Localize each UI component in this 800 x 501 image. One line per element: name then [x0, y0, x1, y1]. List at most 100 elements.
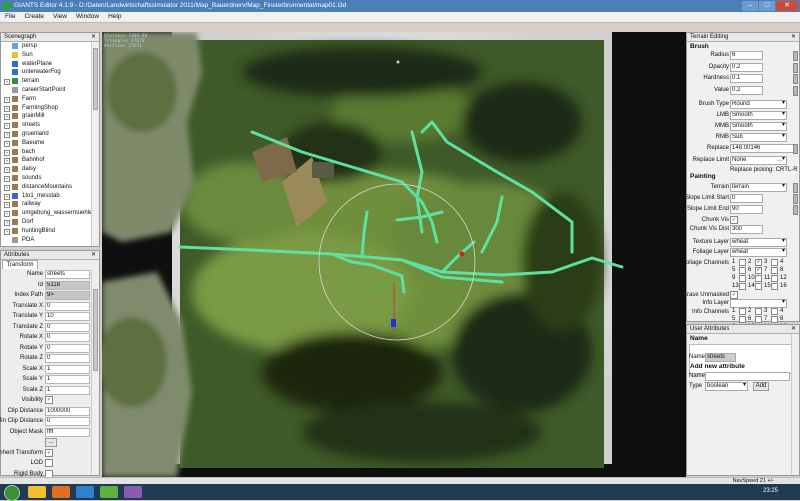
channel-checkbox[interactable]: [739, 283, 746, 290]
channel-checkbox[interactable]: [771, 283, 778, 290]
expand-icon[interactable]: +: [4, 211, 10, 218]
radius-input[interactable]: 6: [730, 51, 763, 60]
menu-create[interactable]: Create: [19, 12, 48, 22]
scenegraph-tree[interactable]: persp Sun waterPlane unterwaterFog + terrain c…: [1, 42, 93, 246]
close-button[interactable]: ✕: [776, 1, 798, 11]
tree-item[interactable]: + Baeume: [1, 139, 93, 148]
tree-item[interactable]: + gruenland: [1, 130, 93, 139]
expand-icon[interactable]: +: [4, 202, 10, 209]
channel-checkbox[interactable]: [739, 316, 746, 323]
attribute-checkbox[interactable]: [45, 459, 53, 467]
explorer-taskbar-icon[interactable]: [28, 486, 46, 498]
value-slider[interactable]: [793, 85, 798, 96]
attribute-input[interactable]: 0: [45, 333, 90, 342]
channel-checkbox[interactable]: [755, 316, 762, 323]
chunk-vis-checkbox[interactable]: ✓: [730, 216, 738, 224]
start-button[interactable]: [4, 485, 20, 501]
opacity-slider[interactable]: [793, 62, 798, 73]
3d-viewport[interactable]: Distance 1880.00 Triangles 47070 Vertice…: [102, 32, 686, 477]
panel-close-icon[interactable]: ✕: [91, 33, 96, 41]
brush-type-select[interactable]: Round: [730, 100, 787, 109]
minimize-button[interactable]: –: [742, 1, 758, 11]
tree-item[interactable]: + daisy: [1, 165, 93, 174]
channel-checkbox[interactable]: [771, 267, 778, 274]
opacity-input[interactable]: 0.2: [730, 62, 763, 72]
expand-icon[interactable]: +: [4, 193, 10, 200]
panel-close-icon[interactable]: ✕: [791, 325, 796, 333]
attribute-input[interactable]: 0: [45, 354, 90, 363]
attribute-input[interactable]: 0: [45, 343, 90, 353]
expand-icon[interactable]: +: [4, 158, 10, 165]
tree-item[interactable]: + railway: [1, 200, 93, 209]
menu-view[interactable]: View: [48, 12, 71, 22]
add-attribute-button[interactable]: Add: [753, 382, 769, 391]
attribute-input[interactable]: 0: [45, 322, 90, 332]
slope-limit-start-input[interactable]: 0: [730, 194, 763, 203]
attribute-input[interactable]: 1: [45, 364, 90, 374]
terrain-slider[interactable]: [793, 183, 798, 193]
menu-file[interactable]: File: [0, 12, 19, 22]
tree-item[interactable]: + distanceMountains: [1, 183, 93, 192]
tree-item[interactable]: + grainMill: [1, 112, 93, 121]
tree-item[interactable]: PDA: [1, 236, 93, 245]
expand-icon[interactable]: +: [4, 149, 10, 156]
expand-icon[interactable]: +: [4, 114, 10, 121]
channel-checkbox[interactable]: [771, 308, 778, 315]
scrollbar-thumb[interactable]: [93, 289, 98, 371]
scrollbar-thumb[interactable]: [93, 48, 98, 110]
slope-limit-end-slider[interactable]: [793, 205, 798, 215]
expand-icon[interactable]: +: [4, 131, 10, 138]
media-taskbar-icon[interactable]: [76, 486, 94, 498]
slope-limit-start-slider[interactable]: [793, 194, 798, 204]
menu-help[interactable]: Help: [103, 12, 125, 22]
tree-item[interactable]: + Bahnhof: [1, 156, 93, 165]
attribute-input[interactable]: 1: [45, 375, 90, 384]
tree-item[interactable]: + streets: [1, 121, 93, 130]
expand-icon[interactable]: +: [4, 228, 10, 235]
mmb-select[interactable]: Smooth: [730, 122, 787, 131]
chunk-vis-dist-input[interactable]: 300: [730, 225, 763, 234]
info-layer-select[interactable]: [730, 299, 787, 308]
expand-icon[interactable]: +: [4, 140, 10, 147]
replace-limit-more-button[interactable]: …: [777, 157, 783, 163]
lmb-select[interactable]: Smooth: [730, 111, 787, 120]
attributes-scrollbar[interactable]: [91, 269, 99, 475]
channel-checkbox[interactable]: [739, 267, 746, 274]
scenegraph-scrollbar[interactable]: [91, 42, 99, 246]
app-taskbar-icon[interactable]: [124, 486, 142, 498]
new-attribute-name-input[interactable]: [705, 372, 790, 381]
replace-slider[interactable]: [793, 144, 798, 154]
replace-input[interactable]: 148.00146: [730, 144, 795, 153]
channel-checkbox[interactable]: ✓: [755, 267, 762, 274]
channel-checkbox[interactable]: [755, 283, 762, 290]
expand-icon[interactable]: +: [4, 96, 10, 103]
radius-slider[interactable]: [793, 51, 798, 61]
terrain-select[interactable]: terrain: [730, 183, 787, 192]
object-mask-button[interactable]: ...: [45, 438, 57, 447]
tree-item[interactable]: unterwaterFog: [1, 68, 93, 77]
tree-item[interactable]: +1to1_messtab: [1, 192, 93, 201]
menu-window[interactable]: Window: [71, 12, 103, 22]
attribute-checkbox[interactable]: ✓: [45, 448, 53, 457]
value-input[interactable]: 0.2: [730, 85, 763, 95]
tree-item[interactable]: + umgebung_wassermuehle: [1, 209, 93, 218]
expand-icon[interactable]: +: [4, 123, 10, 130]
tab-transform[interactable]: Transform: [2, 260, 38, 269]
tree-item[interactable]: + FarmingShop: [1, 104, 93, 113]
tree-item[interactable]: Sun: [1, 51, 93, 60]
channel-checkbox[interactable]: [755, 275, 762, 282]
channel-checkbox[interactable]: [739, 259, 746, 266]
user-attributes-scrollbar[interactable]: [791, 334, 799, 475]
giants-editor-taskbar-icon[interactable]: [100, 486, 118, 498]
foliage-layer-select[interactable]: wheat: [730, 248, 787, 257]
attribute-input[interactable]: 1: [45, 385, 90, 395]
expand-icon[interactable]: +: [4, 219, 10, 226]
attribute-input[interactable]: ffff: [45, 427, 90, 437]
system-tray-icons[interactable]: [714, 489, 744, 495]
attribute-input[interactable]: 0: [45, 417, 90, 426]
rmb-select[interactable]: Sub: [730, 133, 787, 142]
tree-item[interactable]: + Dorf: [1, 218, 93, 227]
channel-checkbox[interactable]: [771, 259, 778, 266]
erase-unmasked-checkbox[interactable]: ✓: [730, 291, 738, 299]
maximize-button[interactable]: □: [759, 1, 775, 11]
